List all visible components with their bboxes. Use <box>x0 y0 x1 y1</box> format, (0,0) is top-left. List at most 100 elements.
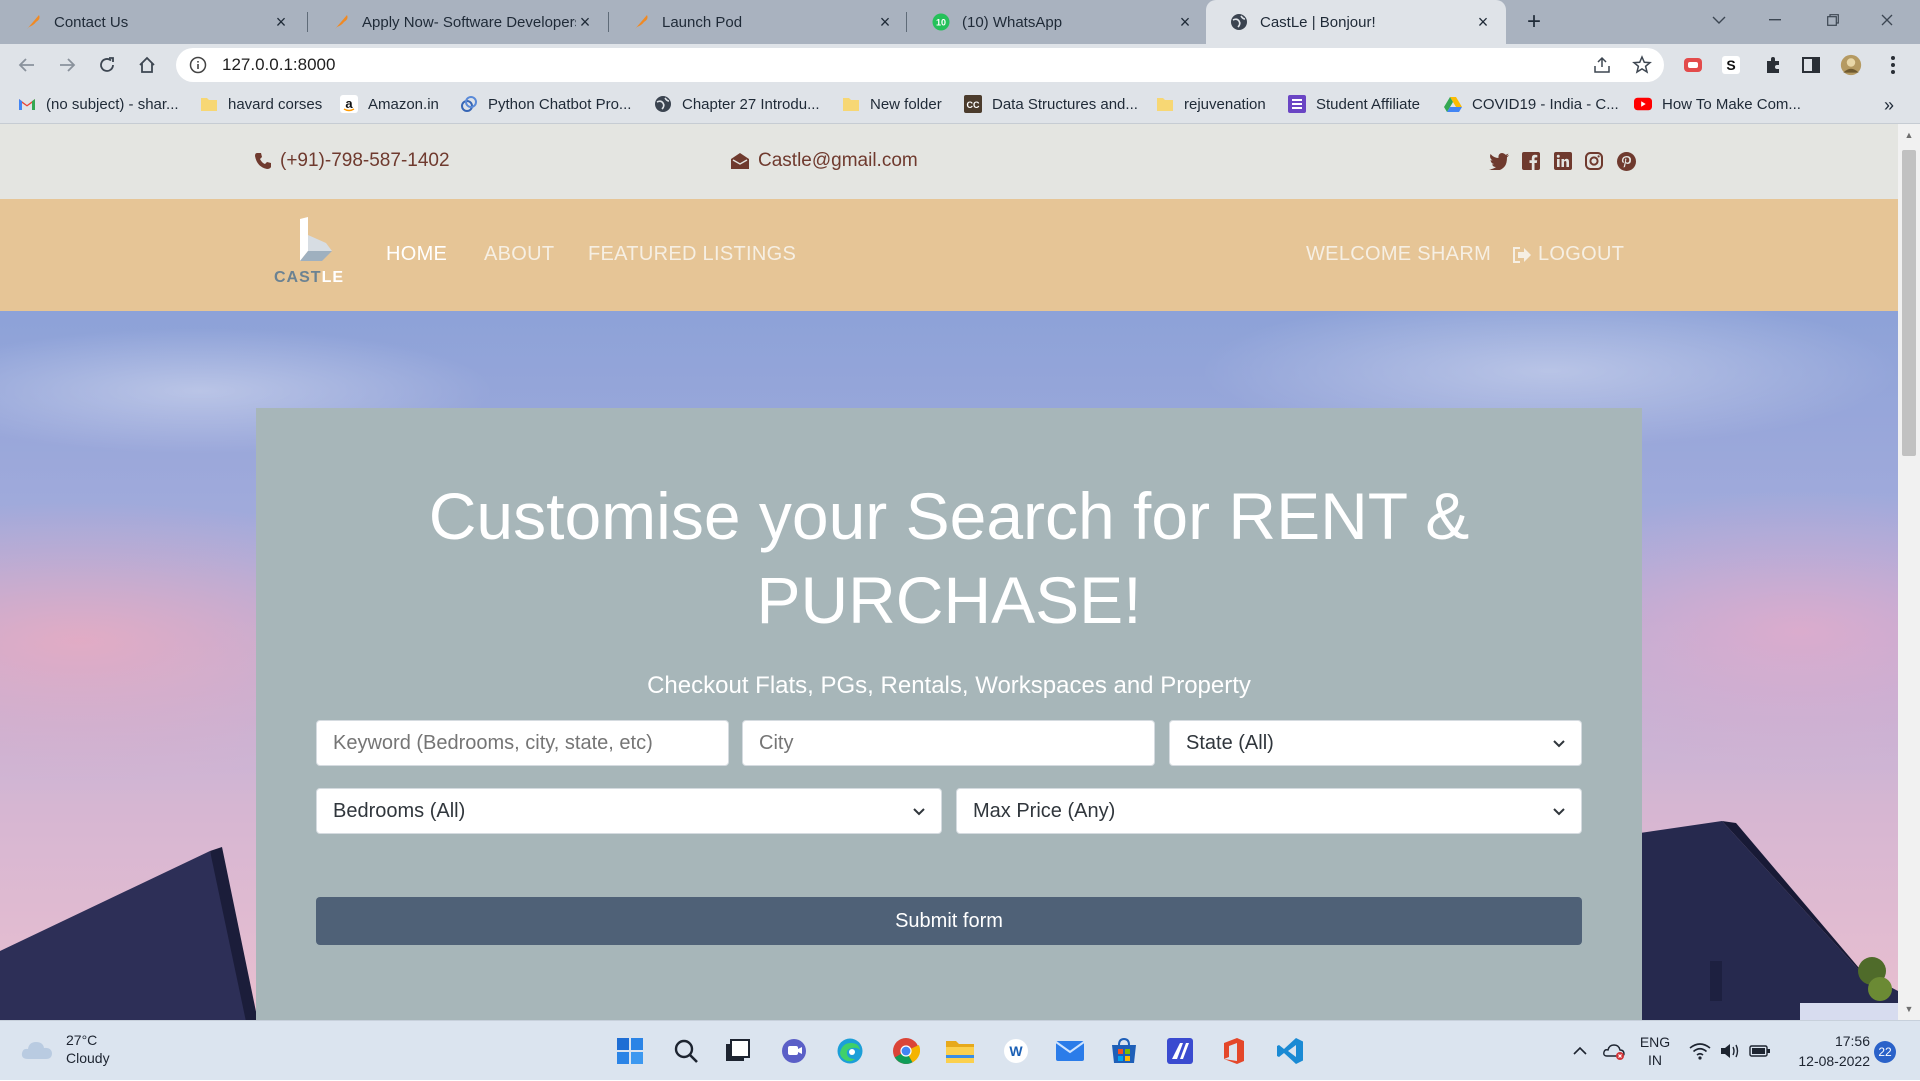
back-icon[interactable] <box>12 50 42 80</box>
bookmark-python-chatbot[interactable]: Python Chatbot Pro... <box>460 95 631 113</box>
pinterest-icon[interactable] <box>1615 150 1637 172</box>
teams-chat-icon[interactable] <box>778 1035 810 1067</box>
max-price-select[interactable]: Max Price (Any) <box>956 788 1582 834</box>
share-icon[interactable] <box>1592 55 1612 80</box>
app-pen-icon[interactable] <box>1164 1035 1196 1067</box>
extension-s-icon[interactable]: S <box>1720 54 1742 76</box>
microsoft-store-icon[interactable] <box>1108 1035 1140 1067</box>
menu-dots-icon[interactable] <box>1882 54 1904 76</box>
close-icon[interactable]: × <box>576 12 594 32</box>
house-roof-left <box>0 847 258 1020</box>
browser-toolbar: 127.0.0.1:8000 S <box>0 44 1920 86</box>
email-contact[interactable]: Castle@gmail.com <box>730 150 918 172</box>
svg-text:10: 10 <box>936 18 946 28</box>
app-w-icon[interactable]: W <box>1000 1035 1032 1067</box>
nav-featured-listings-link[interactable]: FEATURED LISTINGS <box>588 243 796 266</box>
reload-icon[interactable] <box>92 50 122 80</box>
tab-search-icon[interactable] <box>1694 0 1744 40</box>
clock-time: 17:56 <box>1834 1033 1870 1049</box>
scrollbar-thumb[interactable] <box>1902 150 1916 456</box>
file-explorer-icon[interactable] <box>944 1035 976 1067</box>
tray-chevron-up-icon[interactable] <box>1568 1021 1592 1081</box>
close-window-icon[interactable] <box>1862 0 1912 40</box>
scroll-down-icon[interactable]: ▼ <box>1904 1004 1914 1014</box>
tab-launch-pod[interactable]: Launch Pod × <box>608 0 908 44</box>
bookmark-data-structures[interactable]: CC Data Structures and... <box>964 95 1138 113</box>
home-icon[interactable] <box>132 50 162 80</box>
amazon-icon: a <box>340 95 358 113</box>
twitter-icon[interactable] <box>1488 150 1510 172</box>
bookmarks-overflow-button[interactable]: » <box>1884 95 1894 116</box>
language-line2: IN <box>1648 1052 1662 1068</box>
chrome-icon[interactable] <box>890 1035 922 1067</box>
instagram-icon[interactable] <box>1583 150 1605 172</box>
address-bar[interactable]: 127.0.0.1:8000 <box>176 48 1664 82</box>
bookmark-how-to-make[interactable]: How To Make Com... <box>1634 95 1801 113</box>
state-select[interactable]: State (All) <box>1169 720 1582 766</box>
taskbar-clock[interactable]: 17:56 12-08-2022 <box>1770 1031 1870 1071</box>
clock-date: 12-08-2022 <box>1798 1053 1870 1069</box>
nav-welcome-link[interactable]: WELCOME SHARM <box>1306 243 1491 266</box>
logout-icon <box>1513 246 1531 263</box>
youtube-icon <box>1634 95 1652 113</box>
language-line1: ENG <box>1639 1034 1671 1050</box>
close-icon[interactable]: × <box>1176 12 1194 32</box>
search-icon[interactable] <box>670 1035 702 1067</box>
extension-red-icon[interactable] <box>1682 54 1704 76</box>
submit-form-button[interactable]: Submit form <box>316 897 1582 945</box>
bedrooms-select[interactable]: Bedrooms (All) <box>316 788 942 834</box>
mail-icon[interactable] <box>1054 1035 1086 1067</box>
tab-castle-active[interactable]: CastLe | Bonjour! × <box>1206 0 1506 44</box>
restore-icon[interactable] <box>1808 0 1858 40</box>
weather-widget[interactable]: 27°C Cloudy <box>20 1031 110 1067</box>
linkedin-icon[interactable] <box>1552 150 1574 172</box>
new-tab-button[interactable]: + <box>1520 8 1548 36</box>
office-icon[interactable] <box>1218 1035 1250 1067</box>
keyword-input[interactable] <box>316 720 729 766</box>
forward-icon[interactable] <box>52 50 82 80</box>
page-viewport: (+91)-798-587-1402 Castle@gmail.com CAST… <box>0 124 1898 1020</box>
bookmark-label: COVID19 - India - C... <box>1472 95 1619 113</box>
volume-icon[interactable] <box>1716 1021 1744 1081</box>
bookmark-havard[interactable]: havard corses <box>200 95 322 113</box>
scroll-up-icon[interactable]: ▲ <box>1904 130 1914 140</box>
tab-divider <box>906 12 907 32</box>
windows-start-icon[interactable] <box>614 1035 646 1067</box>
bookmark-new-folder[interactable]: New folder <box>842 95 942 113</box>
bookmark-star-icon[interactable] <box>1632 55 1652 80</box>
close-icon[interactable]: × <box>272 12 290 32</box>
profile-avatar-icon[interactable] <box>1840 54 1862 76</box>
facebook-icon[interactable] <box>1520 150 1542 172</box>
bookmark-amazon[interactable]: a Amazon.in <box>340 95 439 113</box>
vscode-icon[interactable] <box>1274 1035 1306 1067</box>
notification-count-badge[interactable]: 22 <box>1874 1041 1896 1063</box>
bookmark-chapter27[interactable]: Chapter 27 Introdu... <box>654 95 820 113</box>
minimize-icon[interactable] <box>1750 0 1800 40</box>
city-input[interactable] <box>742 720 1155 766</box>
castle-logo[interactable]: CASTLE <box>268 217 348 293</box>
bookmark-student-affiliate[interactable]: Student Affiliate <box>1288 95 1420 113</box>
tab-contact-us[interactable]: Contact Us × <box>0 0 304 44</box>
browser-tab-strip: Contact Us × Apply Now- Software Develop… <box>0 0 1920 44</box>
bookmark-covid19[interactable]: COVID19 - India - C... <box>1444 95 1619 113</box>
tab-whatsapp[interactable]: 10 (10) WhatsApp × <box>908 0 1208 44</box>
wifi-icon[interactable] <box>1686 1021 1714 1081</box>
nav-about-link[interactable]: ABOUT <box>484 243 554 266</box>
close-icon[interactable]: × <box>876 12 894 32</box>
close-icon[interactable]: × <box>1474 12 1492 32</box>
onedrive-offline-icon[interactable] <box>1600 1021 1628 1081</box>
page-scrollbar[interactable]: ▲ ▼ <box>1898 124 1920 1020</box>
bookmark-label: rejuvenation <box>1184 95 1266 113</box>
extensions-puzzle-icon[interactable] <box>1762 54 1784 76</box>
tab-apply-now[interactable]: Apply Now- Software Developers × <box>308 0 608 44</box>
site-info-icon[interactable] <box>188 55 208 75</box>
side-panel-icon[interactable] <box>1800 54 1822 76</box>
nav-logout-link[interactable]: LOGOUT <box>1512 243 1624 266</box>
edge-icon[interactable] <box>834 1035 866 1067</box>
task-view-icon[interactable] <box>722 1035 754 1067</box>
bookmark-rejuvenation[interactable]: rejuvenation <box>1156 95 1266 113</box>
language-indicator[interactable]: ENG IN <box>1632 1021 1678 1081</box>
nav-home-link[interactable]: HOME <box>386 243 447 266</box>
phone-contact[interactable]: (+91)-798-587-1402 <box>254 150 450 172</box>
bookmark-gmail[interactable]: (no subject) - shar... <box>18 95 179 113</box>
